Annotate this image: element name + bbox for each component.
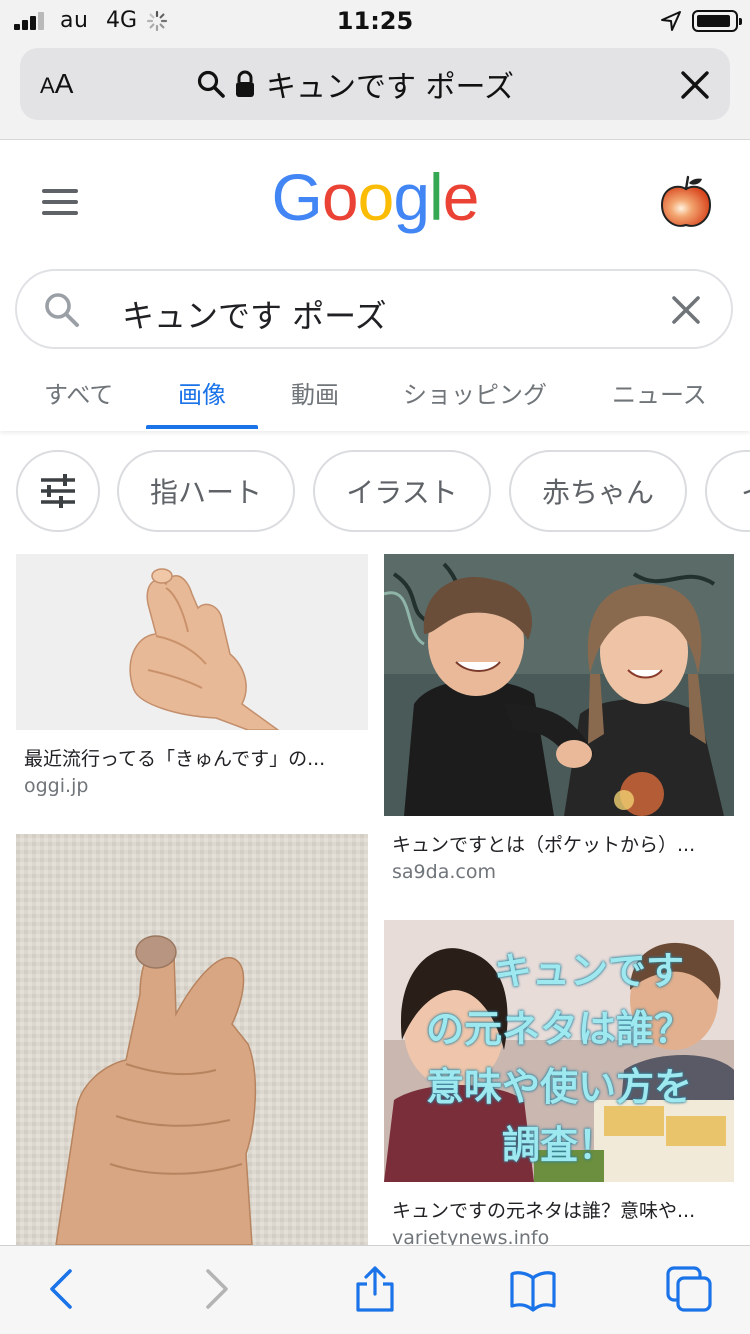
logo-letter: l (429, 160, 444, 234)
avatar[interactable] (656, 173, 716, 233)
result-title[interactable]: 最近流行ってる「きゅんです」の... (24, 744, 325, 771)
logo-letter: e (442, 160, 480, 234)
text-size-button[interactable]: AA (40, 68, 73, 100)
status-bar: au 4G 11:25 (0, 0, 750, 40)
search-icon (197, 70, 225, 98)
result-source: oggi.jp (24, 775, 89, 797)
close-icon[interactable] (680, 70, 710, 100)
tab-news[interactable]: ニュース (612, 375, 707, 410)
tab-videos[interactable]: 動画 (291, 375, 339, 410)
forward-icon[interactable] (192, 1266, 238, 1312)
filter-button[interactable] (16, 450, 100, 532)
result-image[interactable] (384, 554, 734, 816)
address-bar[interactable]: AA キュンです ポーズ (20, 48, 730, 120)
logo-letter: G (271, 160, 323, 234)
result-image[interactable]: キュンです の元ネタは誰？ 意味や使い方を 調査！ (384, 920, 734, 1182)
tabs-icon[interactable] (666, 1266, 712, 1312)
status-time: 11:25 (336, 7, 414, 35)
share-icon[interactable] (352, 1266, 398, 1312)
result-image[interactable] (16, 834, 368, 1245)
safari-toolbar (0, 1245, 750, 1334)
refinement-chips: 指ハート イラスト 赤ちゃん イ (0, 450, 750, 534)
search-icon[interactable] (43, 291, 81, 329)
result-title[interactable]: キュンですとは（ポケットから）... (392, 830, 695, 857)
tab-shopping[interactable]: ショッピング (403, 375, 547, 410)
back-icon[interactable] (40, 1266, 86, 1312)
result-source: sa9da.com (392, 861, 496, 883)
search-query: キュンです ポーズ (122, 297, 387, 335)
bookmarks-icon[interactable] (510, 1266, 556, 1312)
active-tab-indicator (146, 425, 258, 429)
logo-letter: g (393, 160, 430, 234)
logo-letter: o (357, 160, 395, 234)
tab-all[interactable]: すべて (44, 375, 113, 410)
google-logo[interactable]: Google (0, 159, 750, 235)
overlay-line: キュンです (493, 949, 684, 993)
chip-more[interactable]: イ (705, 450, 750, 532)
overlay-line: 調査！ (501, 1123, 616, 1167)
overlay-caption: キュンです の元ネタは誰？ 意味や使い方を 調査！ (384, 942, 734, 1174)
chip-baby[interactable]: 赤ちゃん (509, 450, 687, 532)
battery-icon (692, 10, 742, 32)
clear-icon[interactable] (669, 293, 703, 327)
url-text: キュンです ポーズ (266, 70, 515, 105)
google-header: Google キュンです ポーズ すべて 画像 動画 ショッピング ニュース (0, 141, 750, 431)
tune-icon (41, 474, 75, 508)
result-title[interactable]: キュンですの元ネタは誰？意味や... (392, 1196, 695, 1223)
search-tabs: すべて 画像 動画 ショッピング ニュース (0, 369, 750, 431)
logo-letter: o (321, 160, 359, 234)
chip-finger-heart[interactable]: 指ハート (117, 450, 295, 532)
overlay-line: の元ネタは誰？ (425, 1007, 692, 1051)
safari-address-area: AA キュンです ポーズ (0, 40, 750, 140)
overlay-line: 意味や使い方を (425, 1065, 692, 1109)
result-image[interactable] (16, 554, 368, 730)
chip-illustration[interactable]: イラスト (313, 450, 491, 532)
location-arrow-icon (661, 11, 681, 31)
search-input[interactable]: キュンです ポーズ (15, 269, 733, 349)
url-display[interactable]: キュンです ポーズ (196, 62, 514, 106)
lock-icon (236, 70, 254, 97)
tab-images[interactable]: 画像 (178, 375, 226, 410)
